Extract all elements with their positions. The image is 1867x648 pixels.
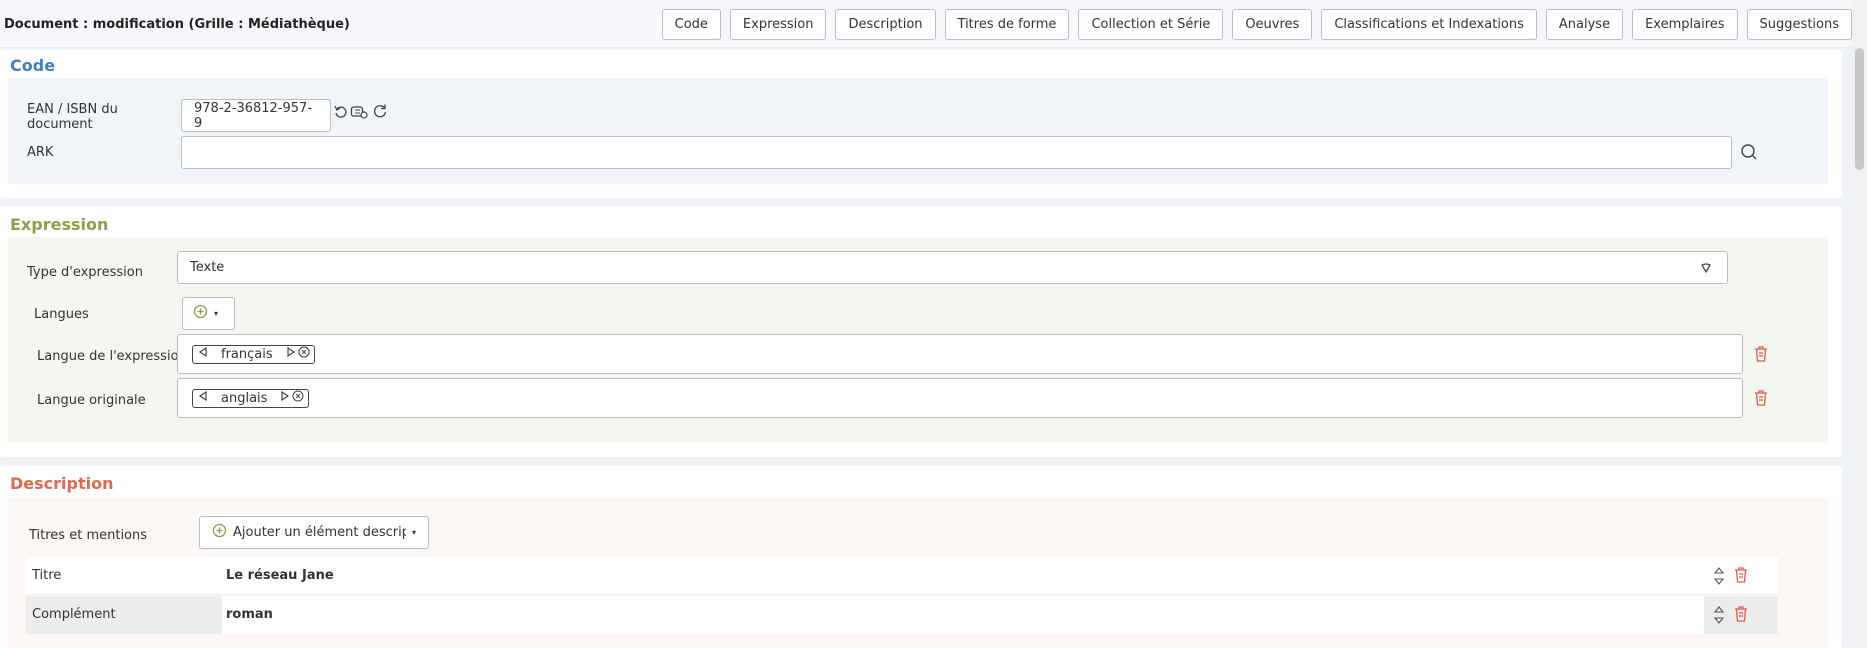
- delete-complement-icon[interactable]: [1733, 605, 1749, 627]
- section-nav: Code Expression Description Titres de fo…: [661, 9, 1852, 40]
- caret-down-icon: ▾: [411, 528, 416, 537]
- langue-expression-chip[interactable]: français: [192, 344, 315, 364]
- expression-fields: Type d'expression Texte Langues ▾ Langue…: [8, 237, 1828, 443]
- nav-analyse-button[interactable]: Analyse: [1545, 9, 1624, 40]
- refresh-icon[interactable]: [371, 102, 389, 120]
- reorder-icon[interactable]: [1712, 565, 1726, 587]
- nav-titres-forme-button[interactable]: Titres de forme: [944, 9, 1070, 40]
- langue-originale-chip[interactable]: anglais: [192, 388, 310, 408]
- nav-code-button[interactable]: Code: [661, 9, 721, 40]
- description-heading: Description: [10, 474, 114, 493]
- ark-label: ARK: [27, 145, 54, 160]
- ean-input[interactable]: 978-2-36812-957-9: [181, 99, 331, 132]
- arrow-right-icon[interactable]: [279, 390, 291, 406]
- langue-originale-value: anglais: [221, 390, 268, 406]
- code-section: Code EAN / ISBN du document 978-2-36812-…: [0, 50, 1842, 198]
- code-fields: EAN / ISBN du document 978-2-36812-957-9…: [8, 78, 1828, 184]
- langue-expression-label: Langue de l'expression: [37, 349, 187, 364]
- arrow-left-icon[interactable]: [197, 390, 209, 406]
- type-expression-label: Type d'expression: [27, 265, 143, 280]
- description-section: Description Titres et mentions Ajouter u…: [0, 466, 1842, 648]
- expression-section: Expression Type d'expression Texte Langu…: [0, 206, 1842, 457]
- arrow-left-icon[interactable]: [197, 346, 209, 362]
- add-descriptive-element-label: Ajouter un élément descriptif: [233, 525, 406, 540]
- titre-label: Titre: [32, 568, 62, 583]
- add-descriptive-element-button[interactable]: Ajouter un élément descriptif ▾: [199, 516, 429, 549]
- langue-expression-field[interactable]: français: [177, 334, 1743, 374]
- code-heading: Code: [10, 56, 56, 75]
- reorder-icon[interactable]: [1712, 604, 1726, 626]
- complement-label: Complément: [32, 607, 116, 622]
- caret-down-icon: ▾: [214, 309, 219, 318]
- ean-convert-icon[interactable]: [349, 103, 369, 121]
- arrow-right-icon[interactable]: [285, 346, 297, 362]
- titre-value: Le réseau Jane: [226, 568, 334, 583]
- nav-suggestions-button[interactable]: Suggestions: [1746, 9, 1852, 40]
- langue-originale-label: Langue originale: [37, 393, 146, 408]
- langue-expression-value: français: [221, 346, 273, 362]
- langue-originale-field[interactable]: anglais: [177, 378, 1743, 418]
- nav-description-button[interactable]: Description: [835, 9, 936, 40]
- complement-value: roman: [226, 607, 273, 622]
- delete-langue-expression-icon[interactable]: [1753, 345, 1769, 367]
- ark-input[interactable]: [181, 136, 1732, 169]
- titres-mentions-label: Titres et mentions: [29, 528, 148, 543]
- delete-titre-icon[interactable]: [1733, 566, 1749, 588]
- complement-value-area: [222, 596, 1704, 634]
- type-expression-select[interactable]: Texte: [177, 251, 1728, 284]
- dropdown-icon: [1699, 261, 1713, 279]
- add-circle-icon: [193, 304, 208, 323]
- nav-oeuvres-button[interactable]: Oeuvres: [1232, 9, 1313, 40]
- remove-chip-icon[interactable]: [298, 346, 310, 362]
- description-row-titre[interactable]: Titre Le réseau Jane: [26, 557, 1778, 595]
- nav-collection-serie-button[interactable]: Collection et Série: [1078, 9, 1224, 40]
- nav-expression-button[interactable]: Expression: [729, 9, 827, 40]
- langues-label: Langues: [34, 307, 89, 322]
- vertical-scrollbar[interactable]: [1852, 0, 1867, 648]
- remove-chip-icon[interactable]: [292, 390, 304, 406]
- page-title: Document : modification (Grille : Médiat…: [4, 17, 350, 32]
- type-expression-value: Texte: [190, 260, 225, 275]
- add-circle-icon: [212, 523, 227, 542]
- nav-exemplaires-button[interactable]: Exemplaires: [1632, 9, 1738, 40]
- ean-label: EAN / ISBN du document: [27, 102, 118, 132]
- add-langue-button[interactable]: ▾: [182, 297, 235, 330]
- delete-langue-originale-icon[interactable]: [1753, 389, 1769, 411]
- undo-icon[interactable]: [332, 103, 350, 121]
- search-icon[interactable]: [1739, 142, 1759, 162]
- description-row-complement[interactable]: Complément roman: [26, 596, 1778, 634]
- expression-heading: Expression: [10, 215, 109, 234]
- top-bar: Document : modification (Grille : Médiat…: [0, 0, 1852, 48]
- nav-classifications-button[interactable]: Classifications et Indexations: [1321, 9, 1537, 40]
- scrollbar-thumb[interactable]: [1855, 48, 1864, 170]
